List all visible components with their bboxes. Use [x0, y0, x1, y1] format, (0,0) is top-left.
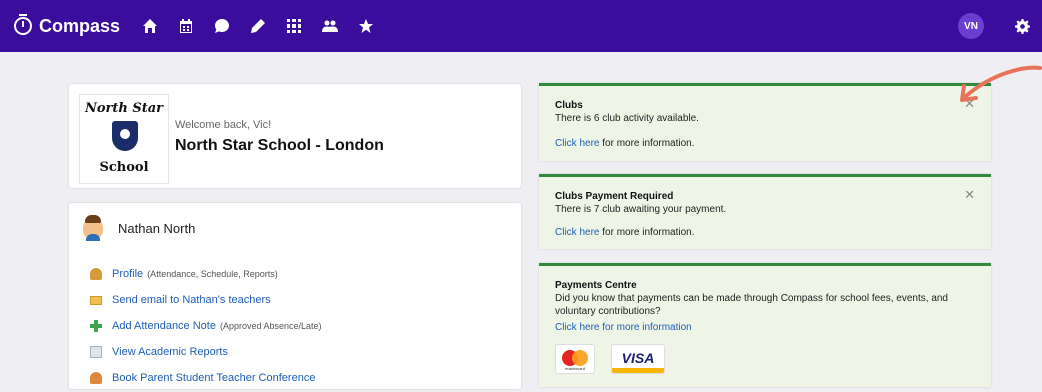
calendar-icon[interactable]: [168, 0, 204, 52]
compass-logo-icon: [14, 14, 32, 35]
student-avatar: [83, 215, 103, 241]
welcome-message: Welcome back, Vic!: [175, 119, 272, 131]
grid-icon[interactable]: [276, 0, 312, 52]
payments-centre-body: Did you know that payments can be made t…: [555, 293, 948, 317]
payment-required-title: Clubs Payment Required: [555, 191, 674, 202]
payment-click-here-link[interactable]: Click here: [555, 227, 599, 238]
user-avatar[interactable]: VN: [958, 13, 984, 39]
profile-icon: [90, 268, 102, 280]
clubs-click-here-link[interactable]: Click here: [555, 138, 599, 149]
book-conference-link[interactable]: Book Parent Student Teacher Conference: [112, 372, 315, 384]
profile-note: (Attendance, Schedule, Reports): [147, 269, 278, 279]
pencil-icon[interactable]: [240, 0, 276, 52]
attendance-note-row[interactable]: Add Attendance Note (Approved Absence/La…: [90, 313, 322, 339]
mastercard-yellow-circle: [572, 350, 588, 366]
student-name: Nathan North: [118, 220, 196, 236]
school-logo-top-text: North Star: [84, 101, 164, 116]
visa-logo: VISA: [611, 344, 665, 374]
academic-reports-link[interactable]: View Academic Reports: [112, 346, 228, 358]
close-icon[interactable]: ✕: [964, 187, 975, 203]
payment-required-link-line: Click here for more information.: [555, 227, 695, 238]
payments-centre-link[interactable]: Click here for more information: [555, 322, 692, 333]
email-teachers-link[interactable]: Send email to Nathan's teachers: [112, 294, 271, 306]
chat-icon[interactable]: [204, 0, 240, 52]
profile-link-row[interactable]: Profile (Attendance, Schedule, Reports): [90, 261, 322, 287]
payment-required-body: There is 7 club awaiting your payment.: [555, 204, 727, 215]
academic-reports-row[interactable]: View Academic Reports: [90, 339, 322, 365]
attendance-note-note: (Approved Absence/Late): [219, 321, 322, 331]
payments-centre-notice: Payments Centre Did you know that paymen…: [539, 263, 991, 387]
school-logo-bottom-text: School: [99, 160, 149, 175]
clubs-notice-title: Clubs: [555, 100, 583, 111]
profile-link[interactable]: Profile: [112, 268, 143, 280]
email-teachers-row[interactable]: Send email to Nathan's teachers: [90, 287, 322, 313]
mastercard-label: mastercard: [564, 366, 585, 371]
visa-label: VISA: [621, 350, 655, 366]
payments-centre-title: Payments Centre: [555, 280, 637, 291]
annotation-arrow-icon: [960, 65, 1042, 102]
school-card: North Star School Welcome back, Vic! Nor…: [69, 84, 521, 188]
student-links: Profile (Attendance, Schedule, Reports) …: [90, 261, 322, 391]
student-header: Nathan North: [83, 215, 196, 241]
clubs-link-suffix: for more information.: [599, 138, 695, 149]
payment-required-notice: Clubs Payment Required There is 7 club a…: [539, 174, 991, 249]
home-icon[interactable]: [132, 0, 168, 52]
school-logo: North Star School: [79, 94, 169, 184]
star-icon[interactable]: [348, 0, 384, 52]
clubs-notice-link-line: Click here for more information.: [555, 138, 695, 149]
email-icon: [90, 295, 102, 305]
brand-name: Compass: [39, 15, 121, 36]
conference-icon: [90, 372, 102, 384]
payment-link-suffix: for more information.: [599, 227, 695, 238]
top-nav-bar: Compass VN: [0, 0, 1042, 52]
clubs-notice: Clubs There is 6 club activity available…: [539, 83, 991, 161]
shield-icon: [112, 121, 138, 151]
student-card: Nathan North Profile (Attendance, Schedu…: [69, 203, 521, 389]
visa-stripe: [612, 368, 664, 373]
school-name: North Star School - London: [175, 137, 384, 154]
people-icon[interactable]: [312, 0, 348, 52]
compass-brand[interactable]: Compass: [14, 14, 121, 37]
mastercard-logo: mastercard: [555, 344, 595, 374]
book-conference-row[interactable]: Book Parent Student Teacher Conference: [90, 365, 322, 391]
attendance-note-link[interactable]: Add Attendance Note: [112, 320, 216, 332]
clubs-notice-body: There is 6 club activity available.: [555, 113, 699, 124]
report-icon: [90, 346, 102, 358]
nav-icon-group: [132, 0, 384, 52]
plus-icon: [90, 320, 102, 332]
gear-icon[interactable]: [1002, 0, 1042, 52]
top-nav-right: VN: [958, 0, 1042, 52]
